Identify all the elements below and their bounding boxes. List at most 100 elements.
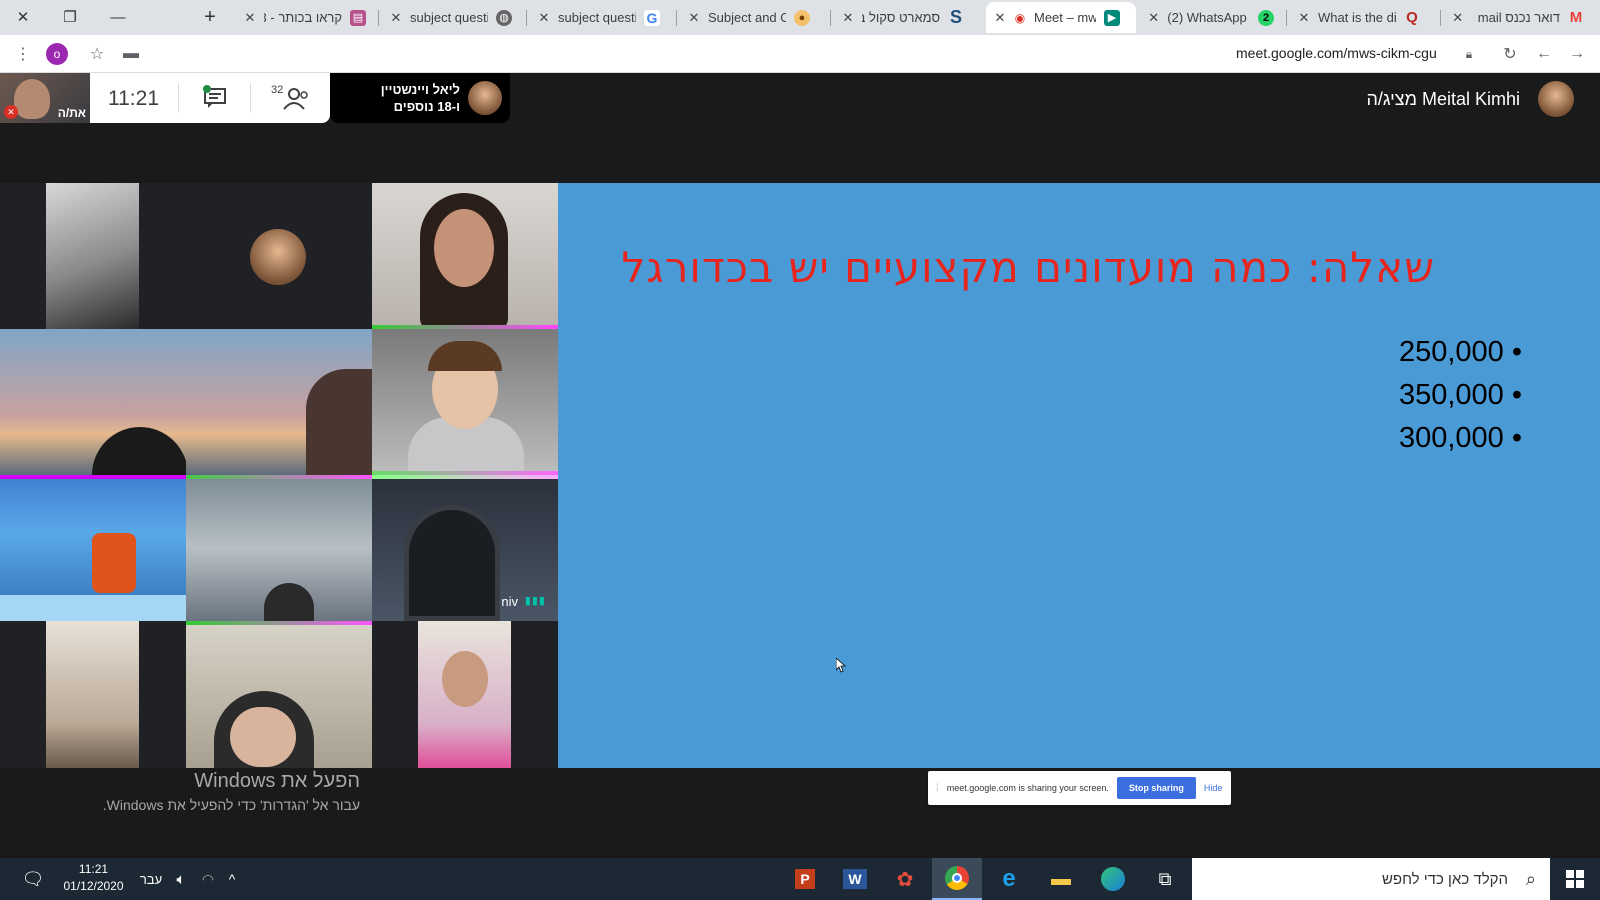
browser-toolbar: ⋮ o ☆ ▬ meet.google.com/mws-cikm-cgu 🔒︎ … [0,35,1600,73]
video-tile[interactable] [0,183,186,329]
video-tile[interactable] [0,475,186,621]
close-window-icon[interactable]: ✕ [11,6,35,28]
tab-8[interactable]: ✕ דואר נכנס mail M [1444,2,1592,33]
participant-name: ליאל ויינשטיין [380,82,460,97]
file-explorer-icon[interactable]: ▬ [1036,858,1086,900]
video-tile[interactable] [372,329,558,475]
tab-1[interactable]: ✕ subject questic ◍ [382,2,522,33]
video-tile[interactable] [186,621,372,768]
video-tile[interactable] [186,475,372,621]
meet-icon: ▶ [1104,9,1120,26]
drag-handle-icon[interactable]: ⁞ [936,783,939,794]
start-button[interactable] [1550,858,1600,900]
close-icon[interactable]: ✕ [1298,10,1310,26]
video-feed [442,651,488,707]
video-tile[interactable] [186,183,372,329]
input-language[interactable]: עבר [136,858,166,900]
browser-tab-bar: ✕ ❐ — + ✕ קראו בכותר - 3 ▤ ✕ subject que… [0,0,1600,35]
tab-title: subject questic [558,10,636,25]
chrome-icon[interactable] [932,858,982,900]
chrome-glyph [945,866,969,890]
presenter-name: Meital Kimhi מציג/ה [1366,89,1520,109]
stop-sharing-button[interactable]: Stop sharing [1116,777,1196,799]
glitch-bar [186,475,372,479]
word-icon[interactable]: W [830,858,880,900]
tab-6[interactable]: ✕ (2) WhatsApp 2 [1140,2,1282,33]
close-icon[interactable]: ✕ [688,10,700,26]
video-tile[interactable] [372,183,558,329]
internet-explorer-icon[interactable]: e [984,858,1034,900]
tab-separator [378,10,379,26]
chat-icon[interactable] [202,85,228,109]
new-tab-icon[interactable]: + [198,6,222,28]
presenter-avatar [1538,81,1574,117]
tab-separator [1286,10,1287,26]
taskbar-clock[interactable]: 11:21 01/12/2020 [56,861,131,895]
tab-separator [830,10,831,26]
self-view-tile[interactable]: ✕ את/ה [0,73,90,123]
close-icon[interactable]: ✕ [842,10,854,26]
video-tile[interactable] [0,329,186,475]
chevron-up-icon[interactable]: ^ [220,858,244,900]
hide-button[interactable]: Hide [1204,783,1223,793]
edge-icon[interactable] [1088,858,1138,900]
close-icon[interactable]: ✕ [994,10,1006,26]
paint-icon[interactable]: ✿ [880,858,930,900]
tab-3[interactable]: ✕ Subject and Ob ● [680,2,826,33]
tab-separator [676,10,677,26]
reload-icon[interactable]: ↻ [1499,43,1521,65]
taskbar-time: 11:21 [78,862,109,876]
video-tile[interactable]: niv ▮▮▮ [372,475,558,621]
menu-kebab-icon[interactable]: ⋮ [12,43,34,65]
task-view-icon[interactable]: ⧉ [1140,858,1190,900]
glitch-bar [186,621,372,625]
close-icon[interactable]: ✕ [1148,10,1159,26]
owl-icon: ● [794,9,810,26]
bookmark-star-icon[interactable]: ☆ [86,43,108,65]
video-feed [264,583,314,621]
windows-taskbar: 🗨︎ 11:21 01/12/2020 עבר 🔈︎ ◠ ^ P W ✿ e ▬… [0,858,1600,900]
taskbar-date: 01/12/2020 [63,879,124,893]
close-icon[interactable]: ✕ [538,10,550,26]
people-icon[interactable] [270,85,310,111]
tab-title: subject questic [410,10,488,25]
word-glyph: W [843,869,867,889]
tab-0[interactable]: ✕ קראו בכותר - 3 ▤ [236,2,376,33]
address-bar[interactable]: meet.google.com/mws-cikm-cgu [1236,45,1437,61]
taskbar-search-box[interactable]: הקלד כאן כדי לחפש ⌕ [1192,858,1550,900]
chrome-center [952,873,962,883]
wifi-icon[interactable]: ◠ [196,858,220,900]
powerpoint-icon[interactable]: P [780,858,830,900]
volume-icon[interactable]: 🔈︎ [168,858,194,900]
cast-icon[interactable]: ▬ [120,43,142,65]
close-icon[interactable]: ✕ [244,10,256,26]
profile-avatar[interactable]: o [46,43,68,65]
mouse-cursor-icon [836,658,846,673]
s-icon: S [949,7,962,27]
minimize-window-icon[interactable]: — [106,6,130,28]
back-icon[interactable]: ← [1533,43,1555,65]
activation-subtitle: עבור אל 'הגדרות' כדי להפעיל את Windows. [102,797,360,813]
tab-7[interactable]: ✕ What is the diffi Q [1290,2,1436,33]
avatar [468,81,502,115]
close-icon[interactable]: ✕ [1452,10,1463,26]
close-icon[interactable]: ✕ [390,10,402,26]
video-feed [306,369,372,475]
video-tile[interactable] [186,329,372,475]
answer-option: 300,000 • [1398,422,1522,454]
meeting-clock: 11:21 [108,87,159,110]
divider [178,83,179,113]
video-tile[interactable] [0,621,186,768]
participants-pill[interactable]: ליאל ויינשטיין ו-18 נוספים [330,73,510,123]
tab-5[interactable]: ✕ ◉ Meet – mw ▶ [986,2,1136,33]
video-feed [0,595,186,621]
search-placeholder: הקלד כאן כדי לחפש [1381,870,1508,888]
lock-icon: 🔒︎ [1465,46,1473,61]
tab-4[interactable]: ✕ סמארט סקול ב S [834,2,984,33]
restore-window-icon[interactable]: ❐ [58,6,82,28]
tab-2[interactable]: ✕ subject questic G [530,2,672,33]
gmail-icon: M [1569,9,1583,26]
video-tile[interactable] [372,621,558,768]
notifications-icon[interactable]: 🗨︎ [16,858,50,900]
forward-icon[interactable]: → [1566,43,1588,65]
